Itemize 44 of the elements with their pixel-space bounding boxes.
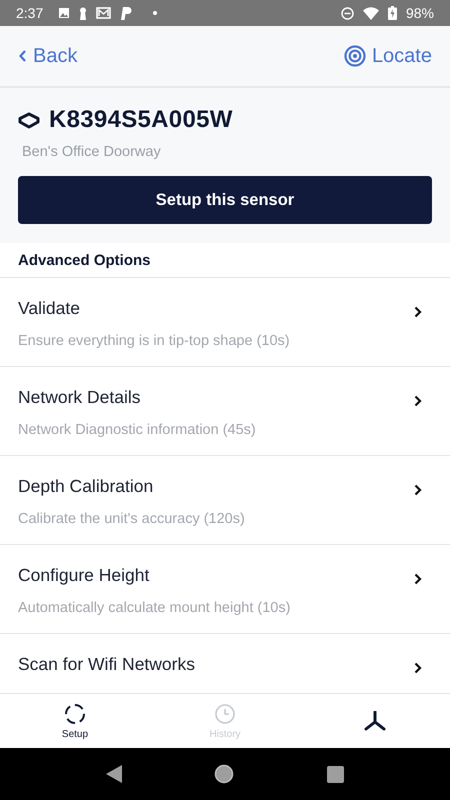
tripod-icon <box>364 711 386 731</box>
setup-sensor-button[interactable]: Setup this sensor <box>18 176 432 224</box>
chevron-right-icon <box>414 395 422 407</box>
clock-icon <box>214 702 236 724</box>
option-title: Depth Calibration <box>18 476 154 497</box>
sensor-location: Ben's Office Doorway <box>22 144 162 160</box>
option-row[interactable]: Depth Calibration Calibrate the unit's accuracy (120s) <box>0 456 450 545</box>
option-row[interactable]: Configure Height Automatically calculate mount height (10s) <box>0 545 450 634</box>
option-title: Validate <box>18 298 81 319</box>
chevron-right-icon <box>414 573 422 585</box>
notification-dot <box>153 11 158 15</box>
option-title: Network Details <box>18 387 142 408</box>
option-description: Calibrate the unit's accuracy (120s) <box>18 511 246 527</box>
sensor-id: K8394S5A005W <box>49 106 233 134</box>
chevron-left-icon <box>18 49 27 63</box>
battery-level: 98% <box>406 5 434 21</box>
back-link[interactable]: Back <box>18 44 78 68</box>
chevron-right-icon <box>414 662 422 674</box>
option-row[interactable]: Scan for Wifi Networks <box>0 634 450 693</box>
image-icon <box>58 7 70 19</box>
option-row[interactable]: Validate Ensure everything is in tip-top shape (10s) <box>0 278 450 367</box>
wifi-icon <box>362 6 379 20</box>
option-title: Configure Height <box>18 565 150 586</box>
locate-link[interactable]: Locate <box>344 44 432 68</box>
option-description: Network Diagnostic information (45s) <box>18 422 257 438</box>
chevron-right-icon <box>414 306 422 318</box>
home-nav-icon[interactable] <box>214 764 234 784</box>
mail-icon <box>96 7 112 19</box>
option-description: Ensure everything is in tip-top shape (10s) <box>18 333 291 349</box>
battery-icon <box>388 6 397 20</box>
sensor-icon <box>18 112 40 128</box>
tab[interactable]: Setup <box>0 702 150 740</box>
do-not-disturb-icon <box>340 6 354 20</box>
circle-icon <box>64 702 86 724</box>
section-title: Advanced Options <box>0 243 450 278</box>
status-time: 2:37 <box>16 5 44 21</box>
back-nav-icon[interactable] <box>106 765 122 783</box>
keyhole-icon <box>79 6 88 20</box>
option-title: Scan for Wifi Networks <box>18 654 196 675</box>
recents-nav-icon[interactable] <box>326 766 344 782</box>
target-icon <box>344 45 366 67</box>
option-row[interactable]: Network Details Network Diagnostic information (45s) <box>0 367 450 456</box>
chevron-right-icon <box>414 484 422 496</box>
option-description: Automatically calculate mount height (10s) <box>18 600 292 616</box>
